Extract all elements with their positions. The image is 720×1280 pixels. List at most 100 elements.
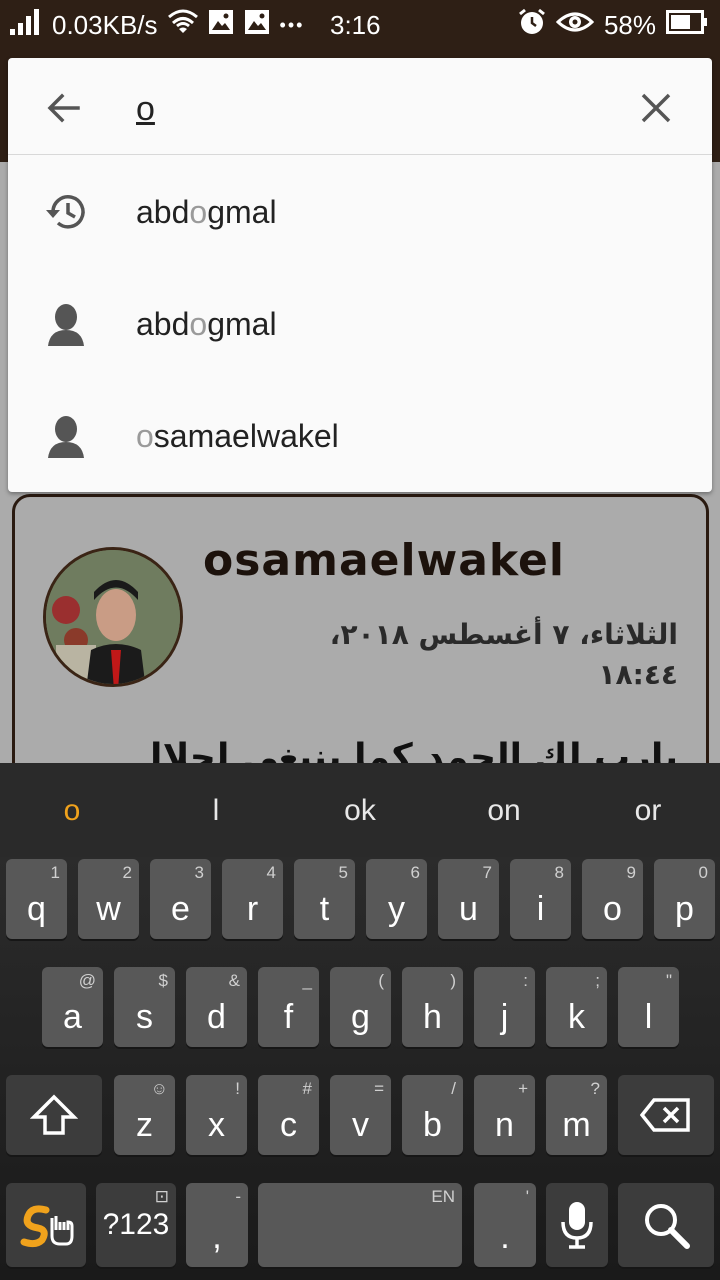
key-secondary-char: 6 [410,863,420,882]
key-secondary-char: 5 [338,863,348,882]
key-o[interactable]: 9o [582,859,643,939]
search-input[interactable] [136,86,616,132]
wifi-icon [167,9,198,42]
key-s[interactable]: $ s [114,967,175,1047]
key-t[interactable]: 5t [294,859,355,939]
key-z[interactable]: ☺ z [114,1075,175,1155]
key-e[interactable]: 3e [150,859,211,939]
key-i[interactable]: 8i [510,859,571,939]
signal-icon [10,8,42,42]
candidate-word[interactable]: o [0,763,144,857]
key-a[interactable]: @ a [42,967,103,1047]
key-secondary-char: 8 [554,863,564,882]
suggestion-item[interactable]: abdogmal [8,268,712,380]
period-key[interactable]: ' . [474,1183,536,1267]
key-c[interactable]: # c [258,1075,319,1155]
key-secondary-char: 9 [626,863,636,882]
mic-key[interactable] [546,1183,608,1267]
key-f[interactable]: _ f [258,967,319,1047]
key-char: u [459,890,478,928]
symbols-key[interactable]: ⊡ ?123 [96,1183,176,1267]
search-icon [618,1183,714,1267]
close-icon[interactable] [636,88,676,128]
space-key[interactable]: EN [258,1183,462,1267]
key-char: h [423,998,442,1036]
post-date: الثلاثاء، ٧ أغسطس ٢٠١٨، ١٨:٤٤ [329,618,678,691]
key-char: m [562,1106,591,1144]
key-char: s [136,998,153,1036]
key-char: y [388,890,405,928]
key-char: e [171,890,190,928]
key-u[interactable]: 7u [438,859,499,939]
key-secondary-char: ! [235,1079,240,1098]
key-l[interactable]: " l [618,967,679,1047]
key-secondary-char: 3 [194,863,204,882]
key-x[interactable]: ! x [186,1075,247,1155]
candidate-word[interactable]: on [432,763,576,857]
swype-key[interactable] [6,1183,86,1267]
status-bar: 0.03KB/s ••• 3:16 58% [0,0,720,50]
key-char: z [136,1106,153,1144]
key-char: v [352,1106,369,1144]
key-d[interactable]: & d [186,967,247,1047]
key-v[interactable]: = v [330,1075,391,1155]
key-secondary-char: 2 [122,863,132,882]
key-secondary-char: 1 [50,863,60,882]
microphone-icon [546,1183,608,1267]
search-panel: abdogmal abdogmal osamaelwakel [8,58,712,492]
key-h[interactable]: ) h [402,967,463,1047]
key-secondary-char: 7 [482,863,492,882]
shift-key[interactable] [6,1075,102,1155]
key-y[interactable]: 6y [366,859,427,939]
key-secondary-char: ; [595,971,600,990]
key-secondary-char: + [518,1079,528,1098]
key-char: q [27,890,46,928]
clock: 3:16 [330,10,381,40]
key-char: d [207,998,226,1036]
net-speed: 0.03KB/s [52,9,158,40]
person-icon [44,302,88,346]
key-char: a [63,998,82,1036]
post-card[interactable]: osamaelwakel الثلاثاء، ٧ أغسطس ٢٠١٨، ١٨:… [12,494,709,794]
key-secondary-char: " [665,971,672,990]
key-char: k [568,998,585,1036]
key-q[interactable]: 1q [6,859,67,939]
eye-icon [555,10,595,41]
key-secondary-char: / [451,1079,456,1098]
suggestion-item[interactable]: osamaelwakel [8,380,712,492]
key-g[interactable]: (g [330,967,391,1047]
keyboard: o l ok on or ⊡ ?123 - , EN ' . 1 q 2 w 3… [0,763,720,1280]
key-n[interactable]: + n [474,1075,535,1155]
key-secondary-char: @ [78,971,96,990]
battery-percent: 58% [603,9,656,40]
battery-icon [666,9,708,41]
candidate-word[interactable]: ok [288,763,432,857]
key-j[interactable]: :j [474,967,535,1047]
suggestion-label: abdogmal [136,194,277,230]
avatar[interactable] [43,547,183,687]
key-w[interactable]: 2w [78,859,139,939]
person-icon [44,414,88,458]
post-username[interactable]: osamaelwakel [203,535,565,586]
key-secondary-char: ☺ [150,1079,168,1098]
key-k[interactable]: ; k [546,967,607,1047]
backspace-icon [618,1075,714,1155]
suggestion-label: osamaelwakel [136,418,339,454]
swype-icon [6,1183,86,1267]
suggestion-item[interactable]: abdogmal [8,156,712,268]
key-b[interactable]: / b [402,1075,463,1155]
key-char: p [675,890,694,928]
search-key[interactable] [618,1183,714,1267]
key-char: n [495,1106,514,1144]
candidate-word[interactable]: l [144,763,288,857]
key-p[interactable]: 0p [654,859,715,939]
comma-key[interactable]: - , [186,1183,248,1267]
back-arrow-icon[interactable] [42,86,86,130]
suggestion-label: abdogmal [136,306,277,342]
candidate-word[interactable]: or [576,763,720,857]
image-icon [244,9,270,42]
backspace-key[interactable] [618,1075,714,1155]
key-r[interactable]: 4r [222,859,283,939]
key-secondary-char: $ [158,971,168,990]
key-m[interactable]: ? m [546,1075,607,1155]
